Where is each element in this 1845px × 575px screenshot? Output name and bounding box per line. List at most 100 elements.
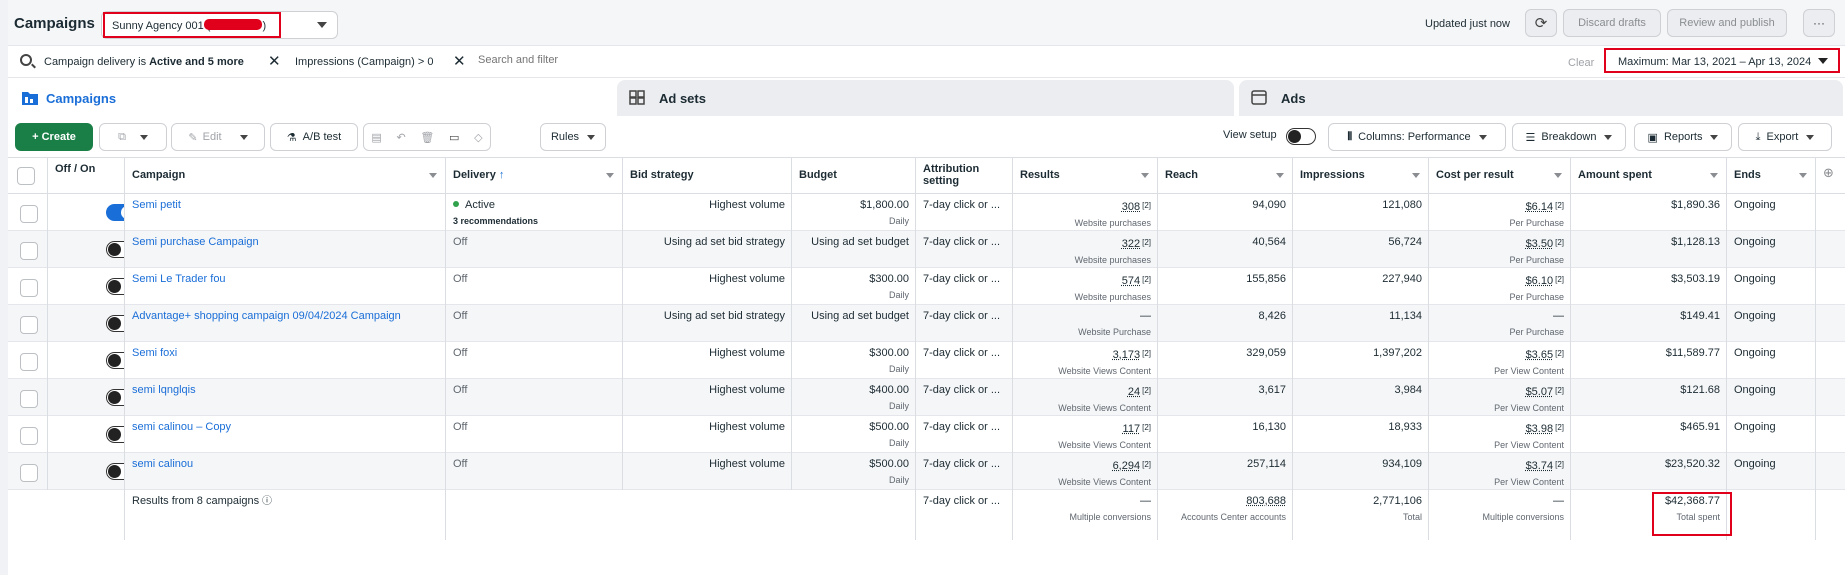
table-row[interactable]: Semi Le Trader fou Off Highest volume $300.… [8,268,1845,305]
chevron-down-icon [239,134,248,140]
budget-value: $1,800.00 [860,199,909,211]
create-button[interactable]: + Create [15,123,93,151]
col-delivery[interactable]: Delivery ↑ [446,158,623,194]
filter-chip-delivery[interactable]: Campaign delivery is Active and 5 more [44,51,244,73]
cpr-type: Per View Content [1494,366,1564,376]
campaign-toggle[interactable] [106,426,124,443]
table-row[interactable]: Advantage+ shopping campaign 09/04/2024 … [8,305,1845,342]
col-attribution[interactable]: Attribution setting [916,158,1013,194]
amount-spent: $11,589.77 [1665,347,1720,359]
campaign-name-link[interactable]: Semi foxi [132,347,177,359]
row-checkbox[interactable] [20,242,38,260]
row-checkbox[interactable] [20,390,38,408]
amount-spent: $3,503.19 [1671,273,1720,285]
row-checkbox[interactable] [20,427,38,445]
campaign-toggle[interactable] [106,463,124,480]
trash-icon[interactable]: 🗑 [420,131,434,144]
edit-button[interactable]: ✎ Edit [171,123,265,151]
table-row[interactable]: Semi purchase Campaign Off Using ad set bi… [8,231,1845,268]
campaign-name-link[interactable]: Advantage+ shopping campaign 09/04/2024 … [132,310,401,322]
col-results[interactable]: Results [1013,158,1158,194]
reports-button[interactable]: ▣ Reports [1634,123,1732,151]
add-column-icon[interactable]: ⊕ [1816,158,1845,194]
filter-chip-impressions[interactable]: Impressions (Campaign) > 0 [295,51,433,73]
review-publish-button[interactable]: Review and publish [1667,9,1787,37]
campaign-name-link[interactable]: semi lqnglqis [132,384,196,396]
redaction-mark [204,19,262,30]
results-type: Website purchases [1074,218,1151,228]
col-reach[interactable]: Reach [1158,158,1293,194]
rules-button[interactable]: Rules [540,123,606,151]
chevron-down-icon [1818,58,1828,64]
table-row[interactable]: Semi petit Active 3 recommendations Highest… [8,194,1845,231]
campaign-name-link[interactable]: Semi petit [132,199,181,211]
comment-icon[interactable]: ▭ [449,131,459,144]
close-icon[interactable]: ✕ [453,52,466,70]
campaign-toggle[interactable] [106,204,124,221]
clear-filters-link[interactable]: Clear [1568,57,1594,69]
attribution-setting: 7-day click or ... [923,384,1001,396]
row-checkbox[interactable] [20,316,38,334]
bid-strategy: Highest volume [709,421,785,433]
cpr-type: Per Purchase [1509,292,1564,302]
col-campaign[interactable]: Campaign [125,158,446,194]
campaign-toggle[interactable] [106,352,124,369]
clipboard-icon[interactable]: ▤ [371,131,381,144]
campaign-toggle[interactable] [106,278,124,295]
view-setup-toggle[interactable] [1286,128,1316,145]
view-setup-label: View setup [1223,129,1277,141]
col-amount-spent[interactable]: Amount spent [1571,158,1727,194]
breakdown-button[interactable]: ☰ Breakdown [1512,123,1626,151]
refresh-button[interactable]: ⟳ [1525,9,1557,37]
delivery-status: Off [453,236,468,248]
cpr-type: Per View Content [1494,477,1564,487]
table-header: Off / On Campaign Delivery ↑ Bid strateg… [8,158,1845,194]
row-checkbox[interactable] [20,464,38,482]
select-all-checkbox[interactable] [17,167,35,185]
bid-strategy: Highest volume [709,273,785,285]
campaign-name-link[interactable]: semi calinou – Copy [132,421,231,433]
table-row[interactable]: Semi foxi Off Highest volume $300.00 Daily 7-… [8,342,1845,379]
amount-spent: $1,890.36 [1671,199,1720,211]
campaign-name-link[interactable]: Semi purchase Campaign [132,236,259,248]
row-checkbox[interactable] [20,205,38,223]
close-icon[interactable]: ✕ [268,52,281,70]
table-row[interactable]: semi calinou – Copy Off Highest volume $500… [8,416,1845,453]
campaign-name-link[interactable]: Semi Le Trader fou [132,273,226,285]
campaign-toggle[interactable] [106,315,124,332]
status-dot [453,201,459,207]
duplicate-button[interactable]: ⧉ [99,123,167,151]
col-budget[interactable]: Budget [792,158,916,194]
undo-icon[interactable]: ↶ [396,131,405,144]
highlight-box [1652,492,1732,536]
export-button[interactable]: ⤓ Export [1738,123,1832,151]
campaign-toggle[interactable] [106,241,124,258]
tag-icon[interactable]: ◇ [474,131,482,144]
search-input[interactable] [478,54,778,66]
col-cost-per-result[interactable]: Cost per result [1429,158,1571,194]
row-checkbox[interactable] [20,353,38,371]
more-button[interactable]: ··· [1803,9,1835,37]
discard-drafts-button[interactable]: Discard drafts [1563,9,1661,37]
campaign-toggle[interactable] [106,389,124,406]
cost-per-result: $3.74 [1525,460,1554,472]
columns-button[interactable]: ⦀ Columns: Performance [1328,123,1506,151]
table-row[interactable]: semi calinou Off Highest volume $500.00 Dail… [8,453,1845,490]
col-impressions[interactable]: Impressions [1293,158,1429,194]
info-icon[interactable]: ⓘ [259,496,272,507]
col-off-on[interactable]: Off / On [48,158,125,194]
date-range-picker[interactable]: Maximum: Mar 13, 2021 – Apr 13, 2024 [1604,48,1840,73]
col-bid-strategy[interactable]: Bid strategy [623,158,792,194]
reach-value: 155,856 [1246,273,1286,285]
results-value: 322 [1121,238,1141,250]
tab-campaigns[interactable]: Campaigns [10,80,612,116]
row-checkbox[interactable] [20,279,38,297]
campaign-name-link[interactable]: semi calinou [132,458,193,470]
recommendations-link[interactable]: 3 recommendations [453,215,616,227]
tab-ad-sets[interactable]: Ad sets [617,80,1234,116]
col-ends[interactable]: Ends [1727,158,1816,194]
ab-test-button[interactable]: ⚗ A/B test [270,123,358,151]
table-row[interactable]: semi lqnglqis Off Highest volume $400.00 Dai… [8,379,1845,416]
tab-ads[interactable]: Ads [1239,80,1843,116]
results-value: 6,294 [1112,460,1141,472]
